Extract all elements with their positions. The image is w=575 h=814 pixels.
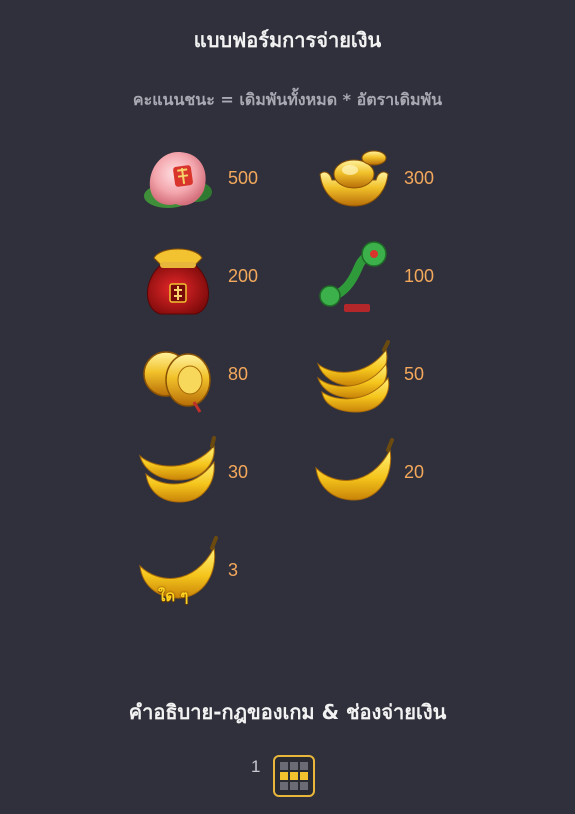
grid-icon <box>280 762 308 790</box>
payout-value: 100 <box>404 266 435 286</box>
paytable-item-gong: 80 <box>138 336 298 416</box>
payout-value: 200 <box>228 266 259 286</box>
banana-bunch-two-icon <box>139 436 216 503</box>
peach-icon <box>144 152 212 208</box>
paytable-item-gold-ingot: 300 <box>314 140 474 220</box>
banana-single-icon <box>315 438 394 501</box>
paytable-item-banana-wild: ใด ๆ 3 <box>138 532 298 612</box>
banana-bunch-three-icon <box>316 340 390 413</box>
payout-value: 80 <box>228 364 249 384</box>
paylines-grid-button[interactable] <box>273 755 315 797</box>
jade-ruyi-icon <box>319 241 387 312</box>
payout-value: 500 <box>228 168 259 188</box>
payout-value: 3 <box>228 560 239 580</box>
gong-icon <box>143 351 211 413</box>
paytable-item-lucky-bag: 200 <box>138 238 298 318</box>
payout-value: 300 <box>404 168 435 188</box>
paytable-item-jade-ruyi: 100 <box>314 238 474 318</box>
paytable-item-peach: 500 <box>138 140 298 220</box>
payout-value: 20 <box>404 462 425 482</box>
win-formula: คะแนนชนะ = เดิมพันทั้งหมด * อัตราเดิมพัน <box>132 90 443 109</box>
lucky-bag-icon <box>147 248 209 315</box>
paytable-item-banana-bunch-three: 50 <box>314 336 474 416</box>
rules-and-paylines-title: คำอธิบาย-กฎของเกม & ช่องจ่ายเงิน <box>128 700 447 724</box>
gold-ingot-icon <box>319 150 389 207</box>
paytable-item-banana-bunch-two: 30 <box>138 434 298 514</box>
page-number: 1 <box>251 757 261 776</box>
wild-any-label: ใด ๆ <box>158 587 189 605</box>
page-title: แบบฟอร์มการจ่ายเงิน <box>193 28 382 52</box>
paytable-item-banana-single: 20 <box>314 434 474 514</box>
payout-value: 30 <box>228 462 249 482</box>
payout-value: 50 <box>404 364 425 384</box>
